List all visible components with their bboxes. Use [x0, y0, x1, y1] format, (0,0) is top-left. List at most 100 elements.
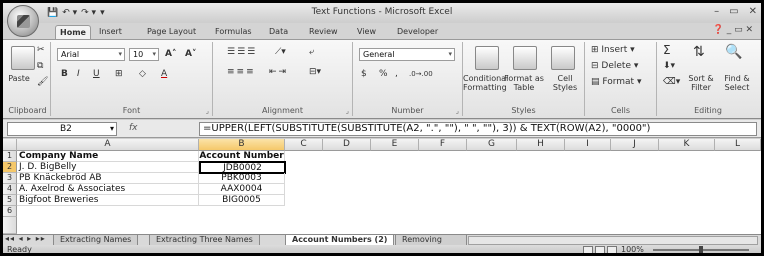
merge-center-icon[interactable]: ⊟▾ — [309, 66, 321, 78]
format-as-table-icon[interactable] — [513, 46, 537, 70]
page-layout-view-icon[interactable] — [595, 246, 605, 253]
tab-formulas[interactable]: Formulas — [211, 25, 256, 40]
office-button[interactable] — [7, 5, 39, 37]
worksheet-grid[interactable]: A B C D E F G H I J K L 1 2 3 4 5 6 Comp… — [3, 139, 761, 234]
normal-view-icon[interactable] — [583, 246, 593, 253]
font-color-icon[interactable]: A — [161, 68, 167, 80]
insert-function-icon[interactable]: fx — [129, 123, 138, 133]
conditional-formatting-button[interactable]: Conditional Formatting — [463, 74, 508, 92]
cell-a4[interactable]: A. Axelrod & Associates — [17, 184, 199, 195]
row-header-1[interactable]: 1 — [3, 151, 17, 162]
cell-styles-icon[interactable] — [551, 46, 575, 70]
conditional-formatting-icon[interactable] — [475, 46, 499, 70]
tab-review[interactable]: Review — [305, 25, 342, 40]
indent-icons[interactable]: ⇤⇥ — [269, 66, 288, 78]
format-painter-icon[interactable]: 🖌 — [37, 76, 48, 88]
row-header-3[interactable]: 3 — [3, 173, 17, 184]
column-header-d[interactable]: D — [323, 139, 371, 151]
page-break-view-icon[interactable] — [607, 246, 617, 253]
sheet-nav-arrows-icon[interactable]: ◂◂ ◂ ▸ ▸▸ — [5, 234, 46, 243]
tab-page-layout[interactable]: Page Layout — [143, 25, 200, 40]
find-select-button[interactable]: Find & Select — [719, 74, 755, 92]
currency-icon[interactable]: $ — [361, 68, 367, 80]
column-header-k[interactable]: K — [659, 139, 715, 151]
cut-icon[interactable]: ✂ — [37, 44, 45, 56]
cell-a3[interactable]: PB Knäckebröd AB — [17, 173, 199, 184]
cell-a1[interactable]: Company Name — [17, 151, 199, 162]
cell-styles-button[interactable]: Cell Styles — [547, 74, 583, 92]
grow-font-icon[interactable]: A˄ — [165, 48, 176, 60]
cell-a2[interactable]: J. D. BigBelly — [17, 162, 199, 173]
copy-icon[interactable]: ⧉ — [37, 60, 43, 72]
clear-icon[interactable]: ⌫▾ — [663, 76, 680, 88]
name-box-dropdown-icon[interactable]: ▾ — [110, 123, 114, 135]
column-header-h[interactable]: H — [517, 139, 565, 151]
wrap-text-icon[interactable]: ⤶ — [309, 46, 314, 58]
row-header-5[interactable]: 5 — [3, 195, 17, 206]
format-cells-button[interactable]: ▤ Format ▾ — [591, 76, 641, 88]
close-button[interactable]: ✕ — [749, 6, 757, 17]
font-name-select[interactable]: Arial — [57, 48, 125, 61]
row-header-2[interactable]: 2 — [3, 162, 17, 173]
column-header-f[interactable]: F — [419, 139, 467, 151]
comma-icon[interactable]: , — [395, 68, 398, 80]
tab-insert[interactable]: Insert — [95, 25, 126, 40]
paste-icon[interactable] — [11, 46, 35, 70]
fill-color-icon[interactable]: ◇ — [139, 68, 146, 80]
autosum-icon[interactable]: Σ — [663, 44, 671, 56]
column-header-g[interactable]: G — [467, 139, 517, 151]
cell-b5[interactable]: BIG0005 — [199, 195, 285, 206]
column-header-e[interactable]: E — [371, 139, 419, 151]
font-size-select[interactable]: 10 — [129, 48, 159, 61]
row-header-4[interactable]: 4 — [3, 184, 17, 195]
cell-b4[interactable]: AAX0004 — [199, 184, 285, 195]
font-launcher-icon[interactable]: ⌟ — [206, 107, 209, 115]
minimize-button[interactable]: – — [714, 6, 719, 17]
fill-icon[interactable]: ⬇▾ — [663, 60, 675, 72]
cell-a5[interactable]: Bigfoot Breweries — [17, 195, 199, 206]
row-header-6[interactable]: 6 — [3, 206, 17, 217]
percent-icon[interactable]: % — [379, 68, 388, 80]
find-select-icon[interactable]: 🔍 — [725, 45, 742, 59]
sort-filter-button[interactable]: Sort & Filter — [683, 74, 719, 92]
orientation-icon[interactable]: ⟋▾ — [275, 46, 286, 58]
column-header-i[interactable]: I — [565, 139, 611, 151]
maximize-button[interactable]: ▭ — [729, 6, 738, 17]
zoom-slider-knob[interactable] — [699, 246, 703, 253]
underline-button[interactable]: U — [93, 68, 100, 80]
alignment-launcher-icon[interactable]: ⌟ — [346, 107, 349, 115]
horizontal-align-icons[interactable]: ≡≡≡ — [227, 66, 256, 78]
number-format-select[interactable]: General — [359, 48, 455, 61]
tab-home[interactable]: Home — [55, 25, 91, 40]
border-icon[interactable]: ⊞ — [115, 68, 123, 80]
column-header-j[interactable]: J — [611, 139, 659, 151]
increase-decimal-icon[interactable]: .0→.00 — [409, 68, 433, 80]
column-header-c[interactable]: C — [285, 139, 323, 151]
tab-view[interactable]: View — [353, 25, 380, 40]
paste-button-label[interactable]: Paste — [7, 74, 31, 83]
cell-b3[interactable]: PBK0003 — [199, 173, 285, 184]
tab-developer[interactable]: Developer — [393, 25, 442, 40]
delete-cells-button[interactable]: ⊟ Delete ▾ — [591, 60, 638, 72]
zoom-level[interactable]: 100% — [621, 245, 644, 253]
tab-data[interactable]: Data — [265, 25, 292, 40]
clipboard-group: Paste ✂ ⧉ 🖌 Clipboard — [5, 42, 51, 116]
insert-cells-button[interactable]: ⊞ Insert ▾ — [591, 44, 635, 56]
select-all-corner[interactable] — [3, 139, 17, 151]
column-header-b[interactable]: B — [199, 139, 285, 151]
bold-button[interactable]: B — [61, 68, 68, 80]
help-controls[interactable]: ❓ _ ▭ ✕ — [713, 25, 753, 35]
sort-filter-icon[interactable]: ⇅ — [693, 45, 705, 59]
column-header-l[interactable]: L — [715, 139, 761, 151]
format-label: Format — [602, 77, 635, 87]
italic-button[interactable]: I — [77, 68, 80, 80]
column-header-a[interactable]: A — [17, 139, 199, 151]
number-label: Number — [391, 106, 424, 115]
vertical-align-icons[interactable]: ☰☰☰ — [227, 46, 257, 58]
formula-input[interactable]: =UPPER(LEFT(SUBSTITUTE(SUBSTITUTE(A2, ".… — [199, 122, 757, 136]
horizontal-scrollbar[interactable] — [468, 236, 758, 245]
number-launcher-icon[interactable]: ⌟ — [456, 107, 459, 115]
name-box[interactable]: B2 ▾ — [7, 122, 117, 136]
shrink-font-icon[interactable]: A˅ — [185, 48, 196, 60]
format-as-table-button[interactable]: Format as Table — [503, 74, 545, 92]
